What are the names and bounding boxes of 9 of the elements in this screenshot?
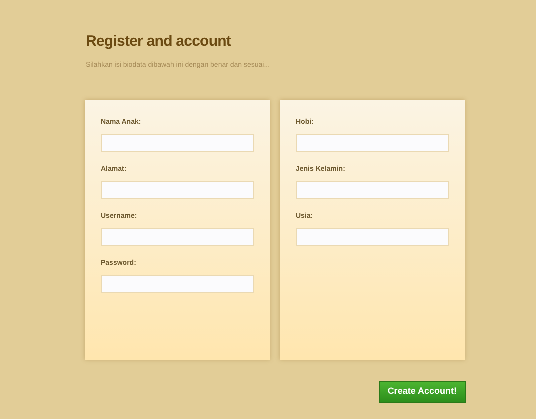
create-account-button[interactable]: Create Account!	[378, 381, 466, 403]
input-field[interactable]	[296, 228, 449, 246]
input-field[interactable]	[101, 228, 254, 246]
input-field[interactable]	[101, 181, 254, 199]
input-field[interactable]	[101, 275, 254, 293]
input-field[interactable]	[296, 181, 449, 199]
input-field[interactable]	[101, 134, 254, 152]
input-field[interactable]	[296, 134, 449, 152]
page-title: Register and account	[86, 32, 232, 52]
